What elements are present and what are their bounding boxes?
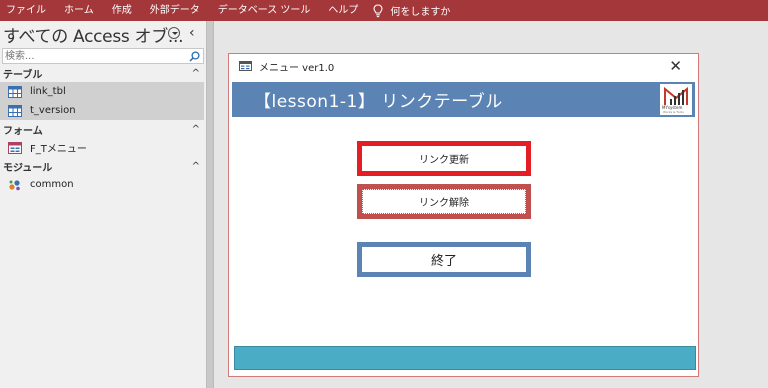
- lightbulb-icon: [373, 3, 383, 17]
- nav-item-f-t-menu[interactable]: F_Tメニュー: [0, 138, 206, 157]
- table-icon: [8, 104, 22, 117]
- logo-graphic: [664, 86, 688, 105]
- form-titlebar[interactable]: メニュー ver1.0 ✕: [229, 54, 698, 78]
- form-header-title: 【lesson1-1】 リンクテーブル: [254, 92, 503, 112]
- collapse-pane-icon[interactable]: ‹: [189, 25, 195, 41]
- menu-file[interactable]: ファイル: [0, 0, 55, 21]
- exit-button-frame: 終了: [357, 242, 531, 277]
- pane-splitter[interactable]: [206, 21, 214, 388]
- nav-item-link-tbl[interactable]: link_tbl: [0, 82, 204, 101]
- group-forms-label: フォーム: [3, 126, 43, 137]
- table-icon: [8, 85, 22, 98]
- chevron-up-icon[interactable]: ^: [192, 124, 200, 135]
- form-footer-band: [234, 346, 696, 370]
- nav-item-label: common: [30, 179, 74, 190]
- chevron-up-icon[interactable]: ^: [192, 68, 200, 79]
- form-window-title: メニュー ver1.0: [259, 62, 335, 74]
- nav-item-common[interactable]: common: [0, 175, 206, 194]
- close-icon[interactable]: ✕: [669, 57, 682, 75]
- menu-create[interactable]: 作成: [103, 0, 141, 21]
- nav-item-label: t_version: [30, 105, 76, 116]
- menu-home[interactable]: ホーム: [55, 0, 103, 21]
- group-modules[interactable]: モジュール ^: [0, 158, 206, 175]
- tell-me-box[interactable]: 何をしますか: [367, 3, 450, 18]
- nav-title[interactable]: すべての Access オブ...: [3, 22, 184, 47]
- form-icon: [239, 61, 252, 71]
- exit-button[interactable]: 終了: [362, 247, 526, 272]
- chevron-up-icon[interactable]: ^: [192, 161, 200, 172]
- update-link-button[interactable]: リンク更新: [362, 146, 526, 171]
- unlink-button[interactable]: リンク解除: [362, 189, 526, 214]
- nav-header: すべての Access オブ... ‹: [0, 21, 206, 47]
- menu-database-tools[interactable]: データベース ツール: [209, 0, 320, 21]
- ribbon-menu-bar: ファイル ホーム 作成 外部データ データベース ツール ヘルプ 何をしますか: [0, 0, 768, 21]
- group-tables[interactable]: テーブル ^: [0, 65, 206, 82]
- nav-dropdown-icon[interactable]: [168, 27, 180, 39]
- module-icon: [9, 179, 20, 190]
- navigation-pane: すべての Access オブ... ‹ テーブル ^ link_tbl: [0, 21, 206, 388]
- nav-item-label: F_Tメニュー: [30, 144, 87, 155]
- nav-item-label: link_tbl: [30, 86, 66, 97]
- nav-item-t-version[interactable]: t_version: [0, 101, 204, 120]
- mysystem-logo: MYsystem Works & Tools: [660, 84, 692, 115]
- menu-help[interactable]: ヘルプ: [319, 0, 367, 21]
- search-input[interactable]: [3, 49, 183, 64]
- update-link-button-frame: リンク更新: [357, 141, 531, 176]
- menu-external-data[interactable]: 外部データ: [141, 0, 209, 21]
- tell-me-label: 何をしますか: [390, 7, 451, 18]
- form-header-band: 【lesson1-1】 リンクテーブル MYsystem Works & Too…: [232, 82, 695, 117]
- search-icon[interactable]: [189, 51, 200, 62]
- form-icon: [8, 141, 22, 154]
- group-modules-label: モジュール: [3, 163, 53, 174]
- group-forms[interactable]: フォーム ^: [0, 121, 206, 138]
- group-tables-label: テーブル: [3, 70, 43, 81]
- unlink-button-frame: リンク解除: [357, 184, 531, 219]
- nav-search: [2, 48, 204, 64]
- logo-subtext: Works & Tools: [663, 110, 684, 114]
- form-window: メニュー ver1.0 ✕ 【lesson1-1】 リンクテーブル MYsyst…: [228, 53, 699, 377]
